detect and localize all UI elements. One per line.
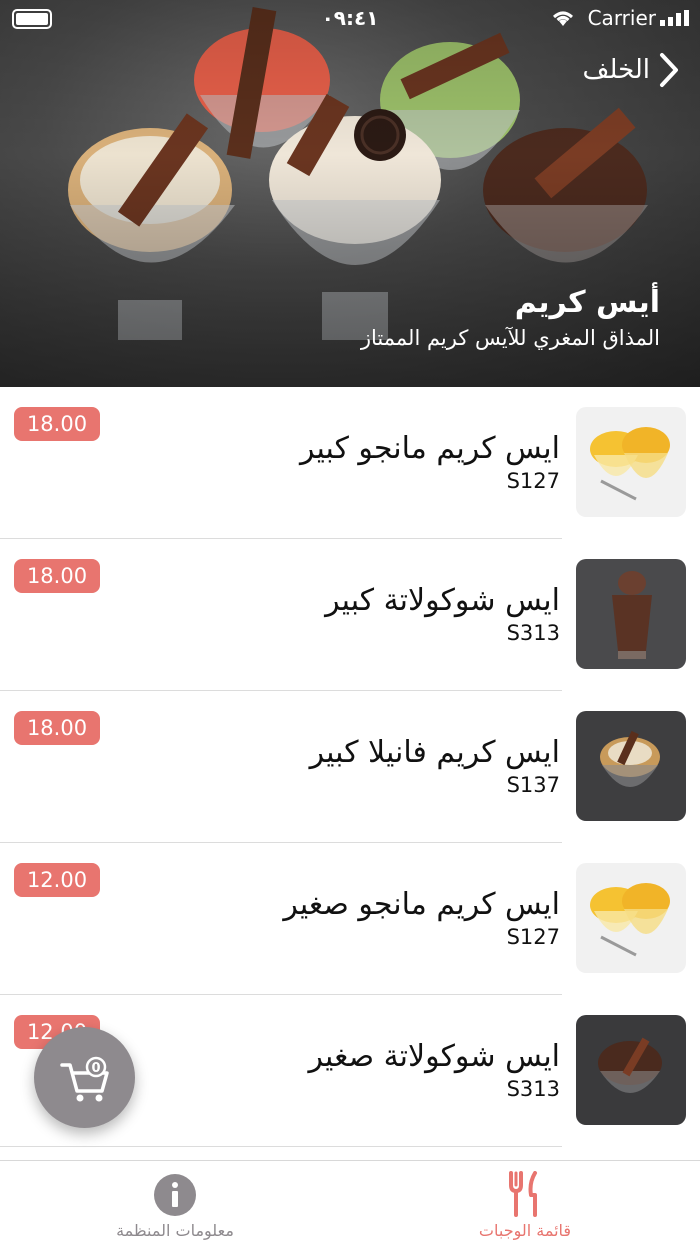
cart-count: 0	[91, 1061, 100, 1076]
item-thumbnail	[576, 863, 686, 973]
category-title: أيس كريم	[514, 285, 660, 320]
item-name: ايس كريم مانجو صغير	[283, 887, 560, 922]
row-divider	[0, 1146, 562, 1147]
back-button[interactable]: الخلف	[583, 52, 680, 88]
menu-item[interactable]: ايس كريم مانجو صغير S127 12.00	[0, 843, 700, 995]
menu-item[interactable]: ايس كريم مانجو كبير S127 18.00	[0, 387, 700, 539]
back-label: الخلف	[582, 55, 650, 85]
tab-organization-info[interactable]: معلومات المنظمة	[0, 1161, 350, 1245]
status-bar: ٠٩:٤١ Carrier	[0, 0, 700, 36]
item-code: S313	[506, 1077, 560, 1101]
price-badge: 12.00	[14, 863, 100, 897]
tab-menu-label: قائمة الوجبات	[478, 1221, 572, 1240]
item-name: ايس شوكولاتة كبير	[325, 583, 560, 618]
tab-bar: قائمة الوجبات معلومات المنظمة	[0, 1160, 700, 1245]
price-badge: 18.00	[14, 407, 100, 441]
cart-button[interactable]: 0	[34, 1027, 135, 1128]
tab-menu[interactable]: قائمة الوجبات	[350, 1161, 700, 1245]
signal-icon	[660, 10, 689, 26]
item-code: S313	[506, 621, 560, 645]
info-icon	[154, 1174, 196, 1216]
cart-icon: 0	[60, 1056, 109, 1102]
hero-banner: ٠٩:٤١ Carrier الخلف أيس كريم المذاق المغ…	[0, 0, 700, 387]
item-name: ايس كريم مانجو كبير	[299, 431, 560, 466]
menu-item[interactable]: ايس كريم فانيلا كبير S137 18.00	[0, 691, 700, 843]
item-code: S127	[506, 469, 560, 493]
item-code: S127	[506, 925, 560, 949]
chevron-right-icon	[660, 53, 678, 87]
carrier-label: Carrier	[587, 6, 656, 30]
wifi-icon	[553, 11, 573, 26]
category-subtitle: المذاق المغري للآيس كريم الممتاز	[360, 326, 660, 350]
item-thumbnail	[576, 407, 686, 517]
price-badge: 18.00	[14, 711, 100, 745]
item-code: S137	[506, 773, 560, 797]
tab-organization-info-label: معلومات المنظمة	[116, 1221, 234, 1240]
fork-knife-icon	[509, 1171, 537, 1217]
item-name: ايس شوكولاتة صغير	[308, 1039, 560, 1074]
price-badge: 18.00	[14, 559, 100, 593]
item-thumbnail	[576, 711, 686, 821]
item-thumbnail	[576, 1015, 686, 1125]
menu-item[interactable]: ايس شوكولاتة كبير S313 18.00	[0, 539, 700, 691]
item-name: ايس كريم فانيلا كبير	[309, 735, 560, 770]
item-thumbnail	[576, 559, 686, 669]
